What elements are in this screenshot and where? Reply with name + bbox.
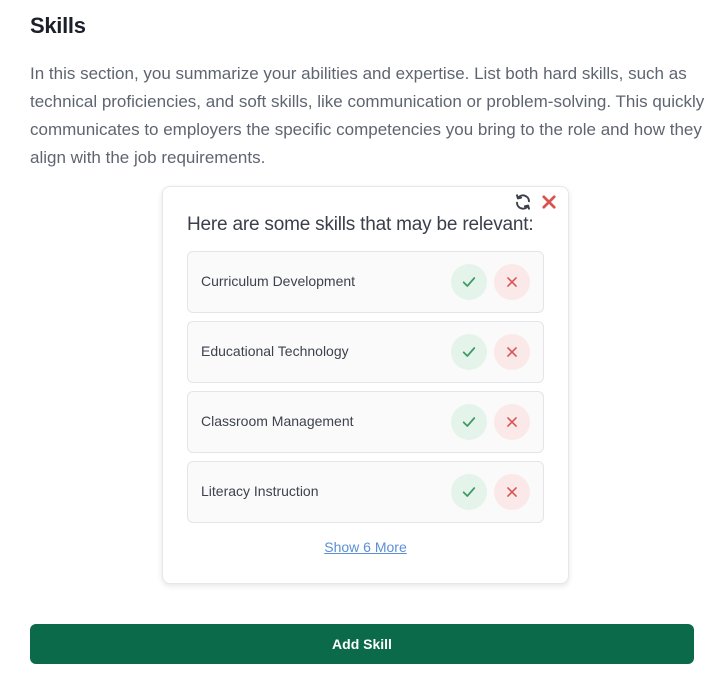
reject-skill-button[interactable] (494, 334, 530, 370)
show-more-container: Show 6 More (163, 539, 568, 557)
reject-skill-button[interactable] (494, 474, 530, 510)
accept-skill-button[interactable] (451, 264, 487, 300)
x-icon (507, 417, 517, 427)
check-icon (462, 417, 476, 427)
x-icon (507, 277, 517, 287)
close-icon[interactable] (539, 192, 559, 212)
skill-suggestions-card: Here are some skills that may be relevan… (162, 186, 569, 584)
skill-label: Educational Technology (201, 343, 349, 359)
x-icon (507, 347, 517, 357)
accept-skill-button[interactable] (451, 474, 487, 510)
reject-skill-button[interactable] (494, 404, 530, 440)
section-title: Skills (30, 13, 86, 38)
check-icon (462, 347, 476, 357)
skill-label: Classroom Management (201, 413, 354, 429)
skill-suggestion-row: Literacy Instruction (187, 461, 544, 523)
check-icon (462, 487, 476, 497)
reject-skill-button[interactable] (494, 264, 530, 300)
card-actions (513, 192, 559, 212)
add-skill-button[interactable]: Add Skill (30, 624, 694, 664)
check-icon (462, 277, 476, 287)
accept-skill-button[interactable] (451, 334, 487, 370)
skill-suggestion-row: Educational Technology (187, 321, 544, 383)
skill-suggestion-row: Classroom Management (187, 391, 544, 453)
section-description: In this section, you summarize your abil… (30, 64, 705, 167)
refresh-icon[interactable] (513, 192, 533, 212)
skill-suggestion-row: Curriculum Development (187, 251, 544, 313)
show-more-link[interactable]: Show 6 More (324, 539, 406, 555)
suggestions-heading: Here are some skills that may be relevan… (187, 214, 534, 235)
accept-skill-button[interactable] (451, 404, 487, 440)
skill-label: Literacy Instruction (201, 483, 319, 499)
skill-label: Curriculum Development (201, 273, 356, 289)
x-icon (507, 487, 517, 497)
